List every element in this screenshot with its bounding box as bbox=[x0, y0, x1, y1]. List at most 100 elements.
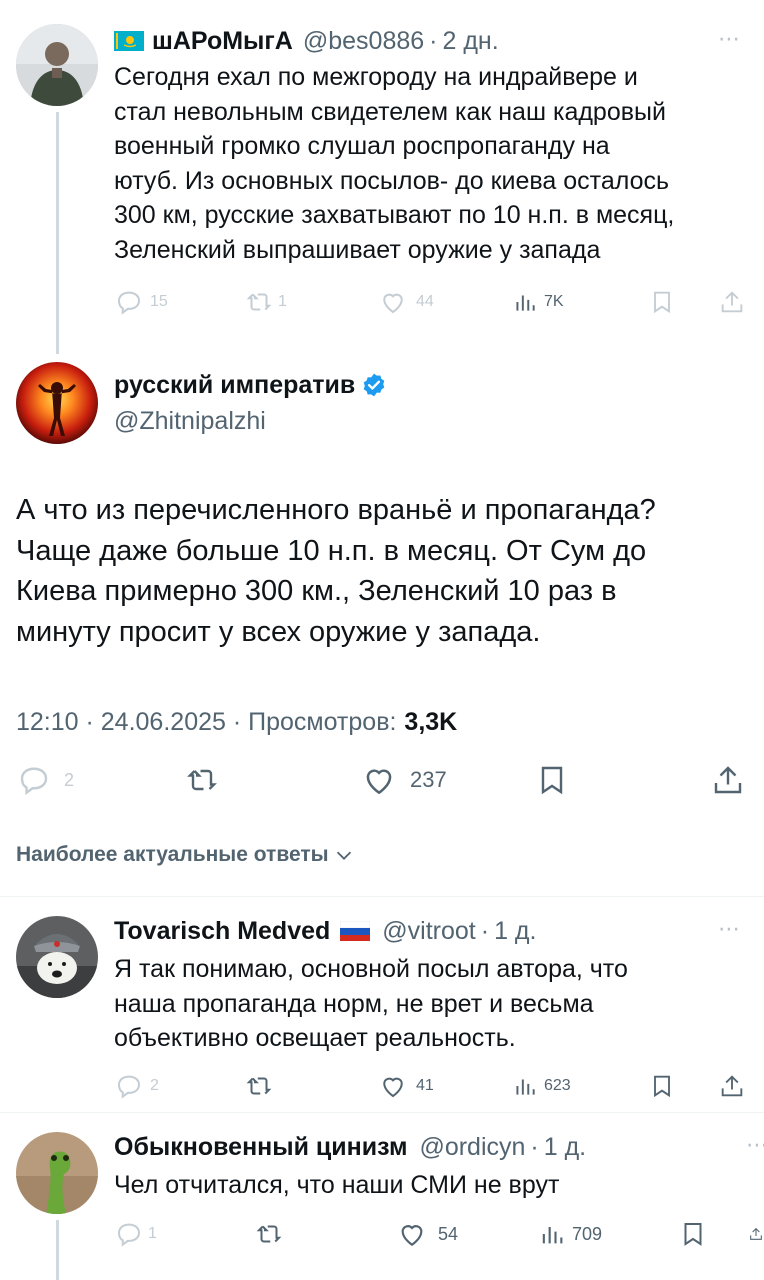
text-line: Чел отчитался, что наши СМИ не врут bbox=[114, 1171, 560, 1199]
share-button[interactable] bbox=[718, 1066, 746, 1106]
repost-icon bbox=[187, 769, 217, 791]
timestamp[interactable]: 1 д. bbox=[494, 917, 536, 946]
text-line: Зеленский выпрашивает оружие у запада bbox=[114, 235, 601, 264]
views-count: 623 bbox=[544, 1077, 571, 1094]
like-button[interactable]: 237 bbox=[360, 760, 447, 800]
text-line: стал невольным свидетелем как наш кадров… bbox=[114, 97, 666, 126]
handle[interactable]: @Zhitnipalzhi bbox=[114, 404, 266, 438]
tweet-header: шАРоМыгА @bes0886 · 2 дн. bbox=[114, 24, 499, 58]
bookmark-button[interactable] bbox=[648, 1066, 676, 1106]
views-icon bbox=[516, 1079, 535, 1095]
post-timestamp[interactable]: 12:10 · 24.06.2025 · Просмотров: bbox=[16, 708, 396, 737]
text-line: Киева примерно 300 км., Зеленский 10 раз… bbox=[16, 575, 617, 607]
main-tweet-text: А что из перечисленного враньё и пропага… bbox=[16, 490, 756, 652]
more-icon[interactable]: ⋯ bbox=[746, 1132, 764, 1158]
divider bbox=[0, 896, 764, 897]
avatar[interactable] bbox=[16, 916, 98, 998]
more-icon[interactable]: ⋯ bbox=[718, 916, 741, 942]
bookmark-icon bbox=[684, 1223, 702, 1246]
bookmark-button[interactable] bbox=[678, 1214, 708, 1254]
views-count: 7K bbox=[544, 293, 564, 310]
views-count: 709 bbox=[572, 1223, 603, 1244]
text-line: 300 км, русские захватывают по 10 н.п. в… bbox=[114, 201, 675, 229]
reply-button[interactable]: 2 bbox=[114, 1066, 159, 1106]
tweet-text: Чел отчитался, что наши СМИ не врут bbox=[114, 1168, 754, 1203]
bear-photo bbox=[16, 916, 98, 998]
fire-figure-photo bbox=[16, 362, 98, 444]
verified-badge-icon bbox=[363, 373, 385, 397]
views-icon bbox=[542, 1227, 563, 1244]
heart-icon bbox=[401, 1225, 423, 1246]
display-name[interactable]: шАРоМыгА bbox=[152, 27, 293, 56]
main-actions: 2 237 bbox=[16, 760, 756, 800]
share-button[interactable] bbox=[710, 760, 746, 800]
tweet-actions: 2 41 623 bbox=[114, 1066, 754, 1106]
text-line: Я так понимаю, основной посыл автора, чт… bbox=[114, 955, 628, 983]
text-line: ютуб. Из основных посылов- до киева оста… bbox=[114, 166, 670, 195]
reply-button[interactable]: 1 bbox=[114, 1214, 157, 1254]
chevron-down-icon bbox=[336, 851, 351, 860]
like-button[interactable]: 54 bbox=[396, 1214, 458, 1254]
avatar[interactable] bbox=[16, 362, 98, 444]
handle[interactable]: @bes0886 bbox=[303, 27, 424, 56]
separator: · bbox=[530, 1132, 539, 1161]
tweet-header: Обыкновенный цинизм @ordicyn · 1 д. bbox=[114, 1130, 586, 1164]
bookmark-button[interactable] bbox=[648, 282, 676, 322]
reply-icon bbox=[117, 1223, 141, 1247]
text-line: Сегодня ехал по межгороду на индрайвере … bbox=[114, 63, 638, 91]
thread-line bbox=[56, 112, 59, 354]
repost-button[interactable] bbox=[244, 1066, 274, 1106]
views-button[interactable]: 623 bbox=[512, 1066, 571, 1106]
repost-icon bbox=[246, 293, 272, 311]
like-button[interactable]: 44 bbox=[378, 282, 434, 322]
display-name[interactable]: Обыкновенный цинизм bbox=[114, 1133, 407, 1162]
timestamp-row: 12:10 · 24.06.2025 · Просмотров: 3,3K bbox=[16, 705, 457, 739]
reply-icon bbox=[117, 291, 141, 315]
share-button[interactable] bbox=[748, 1214, 764, 1254]
bookmark-button[interactable] bbox=[534, 760, 570, 800]
handle[interactable]: @vitroot bbox=[382, 917, 475, 946]
repost-button[interactable] bbox=[254, 1214, 284, 1254]
display-name[interactable]: Tovarisch Medved bbox=[114, 917, 330, 946]
like-count: 54 bbox=[438, 1223, 459, 1244]
tweet-header: Tovarisch Medved @vitroot · 1 д. bbox=[114, 914, 536, 948]
more-icon[interactable]: ⋯ bbox=[718, 26, 741, 52]
sort-label: Наиболее актуальные ответы bbox=[16, 843, 329, 866]
like-count: 44 bbox=[416, 293, 434, 310]
avatar[interactable] bbox=[16, 1132, 98, 1214]
views-button[interactable]: 7K bbox=[512, 282, 564, 322]
tweet-actions: 15 1 44 7K bbox=[114, 282, 754, 322]
bookmark-icon bbox=[654, 1075, 670, 1098]
text-line: Чаще даже больше 10 н.п. в месяц. От Сум… bbox=[16, 534, 647, 567]
kazakhstan-flag-icon bbox=[114, 31, 144, 51]
handle[interactable]: @ordicyn bbox=[419, 1133, 525, 1162]
views-button[interactable]: 709 bbox=[538, 1214, 602, 1254]
author-name-row: русский императив bbox=[114, 368, 387, 402]
reply-icon bbox=[20, 767, 48, 796]
text-line: объективно освещает реальность. bbox=[114, 1024, 516, 1052]
timestamp[interactable]: 2 дн. bbox=[443, 27, 499, 56]
avatar[interactable] bbox=[16, 24, 98, 106]
thread-line bbox=[56, 1220, 59, 1280]
reply-button[interactable]: 2 bbox=[16, 760, 74, 800]
share-icon bbox=[714, 766, 742, 794]
reply-count: 15 bbox=[150, 293, 168, 310]
share-icon bbox=[721, 291, 743, 313]
like-button[interactable]: 41 bbox=[378, 1066, 434, 1106]
display-name[interactable]: русский императив bbox=[114, 371, 355, 400]
russia-flag-icon bbox=[340, 921, 371, 941]
person-photo bbox=[16, 24, 98, 106]
reply-sort-dropdown[interactable]: Наиболее актуальные ответы bbox=[16, 838, 355, 872]
text-line: наша пропаганда норм, не врет и весьма bbox=[114, 989, 594, 1018]
repost-button[interactable] bbox=[184, 760, 220, 800]
reply-button[interactable]: 15 bbox=[114, 282, 168, 322]
reply-count: 2 bbox=[64, 769, 75, 790]
like-count: 41 bbox=[416, 1077, 434, 1094]
share-icon bbox=[721, 1075, 743, 1097]
reply-icon bbox=[117, 1075, 141, 1099]
repost-button[interactable]: 1 bbox=[244, 282, 287, 322]
divider bbox=[0, 1112, 764, 1113]
timestamp[interactable]: 1 д. bbox=[544, 1133, 586, 1162]
reply-count: 1 bbox=[148, 1225, 157, 1242]
share-button[interactable] bbox=[718, 282, 746, 322]
